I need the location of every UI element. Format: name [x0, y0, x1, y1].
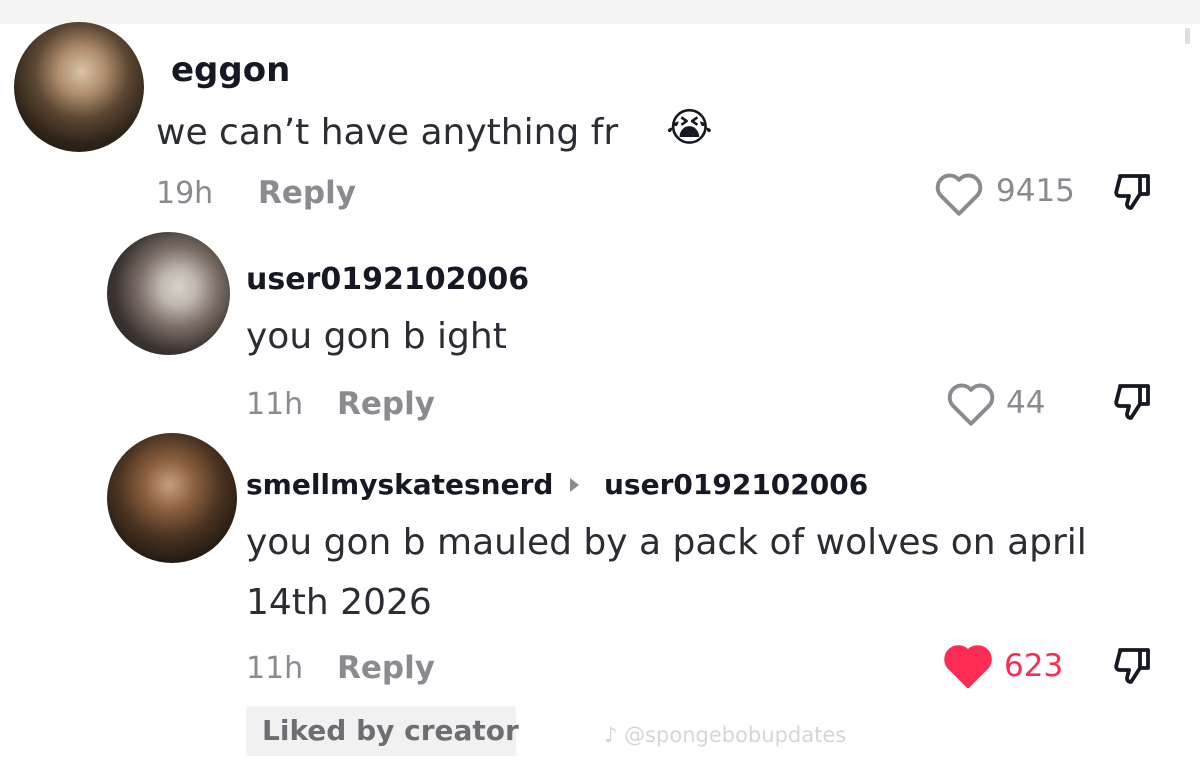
- reply-to-username[interactable]: user0192102006: [604, 468, 868, 501]
- comment-username[interactable]: eggon: [171, 50, 290, 90]
- heart-filled-icon[interactable]: [940, 640, 996, 690]
- scrollbar[interactable]: [1185, 28, 1190, 44]
- comment-username[interactable]: smellmyskatesnerd: [246, 468, 553, 501]
- liked-by-creator-label: Liked by creator: [262, 714, 519, 747]
- comment-text-line-2: 14th 2026: [246, 582, 432, 623]
- comment-timestamp: 11h: [246, 651, 304, 686]
- reply-button[interactable]: Reply: [337, 386, 435, 422]
- thumbs-down-icon[interactable]: [1108, 378, 1156, 426]
- comment-text: we can’t have anything fr: [156, 112, 619, 153]
- reply-button[interactable]: Reply: [337, 650, 435, 686]
- comment-text-line-1: you gon b mauled by a pack of wolves on …: [246, 522, 1087, 563]
- like-count: 44: [1006, 385, 1046, 421]
- thumbs-down-icon[interactable]: [1108, 642, 1156, 690]
- watermark: ♪ @spongebobupdates: [604, 723, 847, 747]
- comment-timestamp: 11h: [246, 387, 304, 422]
- reply-arrow-icon: [570, 478, 579, 492]
- avatar-user0192102006[interactable]: [107, 232, 230, 355]
- reply-button[interactable]: Reply: [258, 175, 356, 211]
- comment-username[interactable]: user0192102006: [246, 262, 529, 297]
- comment-text: you gon b ight: [246, 316, 507, 357]
- top-bar: [0, 0, 1200, 24]
- like-count: 623: [1004, 648, 1064, 684]
- avatar-smellmyskatesnerd[interactable]: [107, 433, 237, 563]
- crying-emoji-icon: 😭: [666, 105, 713, 151]
- comment-timestamp: 19h: [156, 176, 214, 211]
- heart-outline-icon[interactable]: [944, 379, 998, 427]
- avatar-eggon[interactable]: [14, 22, 144, 152]
- heart-outline-icon[interactable]: [932, 169, 986, 217]
- like-count: 9415: [996, 173, 1075, 209]
- thumbs-down-icon[interactable]: [1108, 168, 1156, 216]
